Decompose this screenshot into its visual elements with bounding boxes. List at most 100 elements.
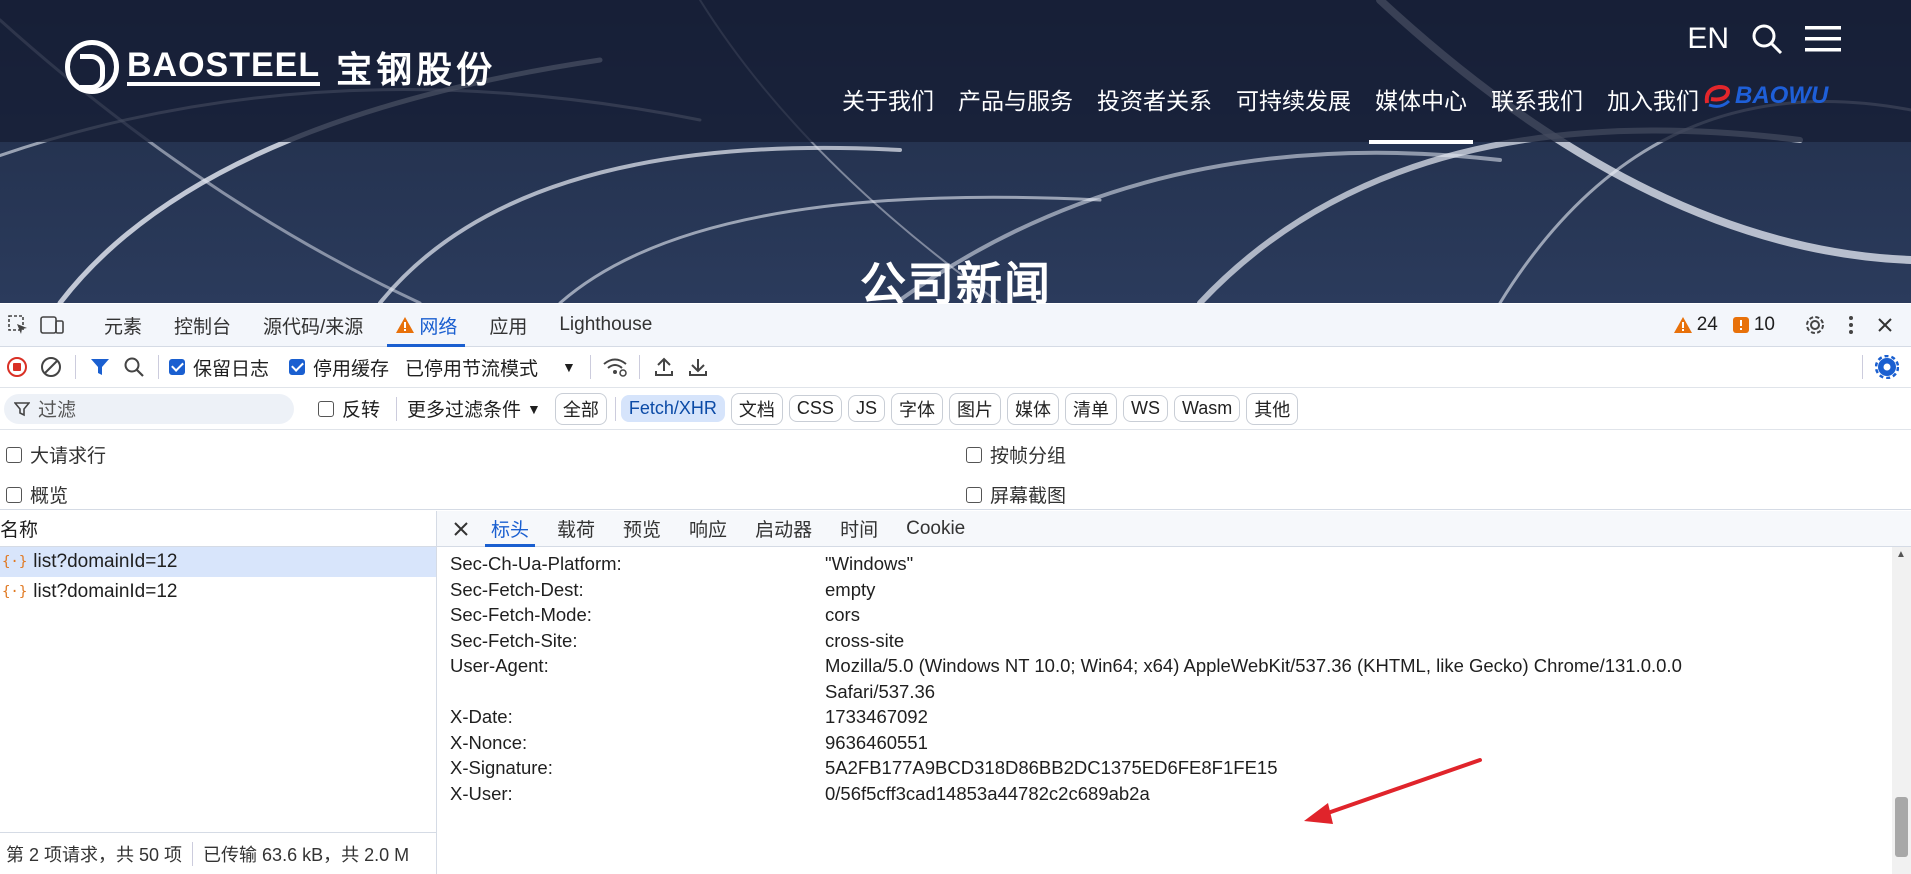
checkbox-icon — [6, 446, 22, 463]
device-toolbar-icon[interactable] — [38, 311, 66, 339]
tab-elements[interactable]: 元素 — [88, 304, 158, 347]
xhr-icon: {·} — [2, 554, 28, 570]
baosteel-logo[interactable]: BAOSTEEL 宝钢股份 — [65, 40, 496, 94]
inspect-element-icon[interactable] — [4, 311, 32, 339]
nav-media[interactable]: 媒体中心 — [1363, 82, 1479, 144]
settings-icon[interactable] — [1801, 311, 1829, 339]
header-value: 5A2FB177A9BCD318D86BB2DC1375ED6FE8F1FE15 — [825, 757, 1278, 778]
request-count: 第 2 项请求，共 50 项 — [6, 844, 183, 865]
site-utilities: EN — [1687, 22, 1841, 56]
nav-about[interactable]: 关于我们 — [830, 82, 946, 142]
filter-chip-font[interactable]: 字体 — [890, 392, 943, 425]
nav-sustainability[interactable]: 可持续发展 — [1224, 82, 1363, 142]
request-list-header[interactable]: 名称 — [0, 511, 437, 547]
scrollbar-thumb[interactable] — [1895, 797, 1908, 857]
tab-initiator[interactable]: 启动器 — [741, 511, 826, 547]
preserve-log-label: 保留日志 — [193, 358, 270, 380]
tab-timing[interactable]: 时间 — [826, 511, 892, 547]
request-detail-tabs: 标头 载荷 预览 响应 启动器 时间 Cookie — [437, 511, 1911, 547]
network-settings-icon[interactable] — [1873, 353, 1901, 381]
tab-network[interactable]: 网络 — [379, 304, 473, 347]
filter-chip-manifest[interactable]: 清单 — [1064, 392, 1117, 425]
tab-response[interactable]: 响应 — [675, 511, 741, 547]
search-icon[interactable] — [120, 353, 148, 381]
filter-input[interactable]: 过滤 — [4, 393, 294, 424]
nav-investors[interactable]: 投资者关系 — [1085, 82, 1224, 142]
header-row: X-User: 0/56f5cff3cad14853a44782c2c689ab2… — [437, 781, 1892, 807]
tab-sources[interactable]: 源代码/来源 — [247, 304, 379, 347]
disable-cache-checkbox[interactable]: 停用缓存 — [289, 354, 389, 381]
network-conditions-icon[interactable] — [601, 353, 629, 381]
header-key: X-User: — [450, 782, 513, 804]
baosteel-logo-icon — [65, 40, 119, 94]
preserve-log-checkbox[interactable]: 保留日志 — [169, 354, 269, 381]
tab-application[interactable]: 应用 — [473, 304, 543, 347]
filter-chip-all[interactable]: 全部 — [554, 392, 607, 425]
header-key: X-Signature: — [450, 757, 553, 778]
throttle-select[interactable]: 已停用节流模式 ▼ — [405, 354, 576, 381]
filter-chip-wasm[interactable]: Wasm — [1173, 395, 1241, 422]
filter-placeholder: 过滤 — [38, 400, 77, 421]
filter-chip-img[interactable]: 图片 — [948, 392, 1001, 425]
checkbox-icon — [966, 446, 982, 463]
baowu-logo-text: BAOWU — [1735, 82, 1829, 109]
filter-chip-css[interactable]: CSS — [788, 395, 842, 422]
clear-icon[interactable] — [37, 353, 65, 381]
filter-icon — [14, 401, 30, 416]
invert-checkbox[interactable]: 反转 — [318, 395, 380, 422]
upload-icon[interactable] — [650, 353, 678, 381]
big-rows-checkbox[interactable]: 大请求行 — [6, 441, 106, 468]
screenshots-checkbox[interactable]: 屏幕截图 — [966, 481, 1066, 508]
filter-chip-other[interactable]: 其他 — [1246, 392, 1299, 425]
filter-chip-doc[interactable]: 文档 — [730, 392, 783, 425]
menu-icon[interactable] — [1805, 24, 1841, 54]
network-toolbar: 保留日志 停用缓存 已停用节流模式 ▼ — [0, 347, 1911, 388]
more-options-icon[interactable] — [1837, 311, 1865, 339]
filter-chip-media[interactable]: 媒体 — [1006, 392, 1059, 425]
filter-icon[interactable] — [86, 353, 114, 381]
tab-lighthouse[interactable]: Lighthouse — [543, 304, 668, 347]
transfer-size: 已传输 63.6 kB，共 2.0 M — [203, 844, 410, 865]
errors-count: 10 — [1753, 314, 1775, 335]
baowu-logo[interactable]: BAOWU — [1703, 82, 1828, 110]
chevron-down-icon: ▼ — [562, 359, 576, 375]
more-filters-dropdown[interactable]: 更多过滤条件 ▼ — [407, 395, 541, 422]
filter-chip-fetch-xhr[interactable]: Fetch/XHR — [620, 395, 725, 422]
nav-contact[interactable]: 联系我们 — [1479, 82, 1595, 142]
download-icon[interactable] — [684, 353, 712, 381]
devtools-panel: 元素 控制台 源代码/来源 网络 应用 Lighthouse 24 10 保留日… — [0, 304, 1911, 874]
errors-counter[interactable]: 10 — [1732, 314, 1775, 336]
tab-payload[interactable]: 载荷 — [543, 511, 609, 547]
checkbox-icon — [6, 486, 22, 503]
nav-products[interactable]: 产品与服务 — [946, 82, 1085, 142]
tab-headers[interactable]: 标头 — [477, 511, 543, 547]
language-toggle[interactable]: EN — [1687, 22, 1729, 56]
request-row[interactable]: {·} list?domainId=12 — [0, 547, 436, 577]
group-by-frame-checkbox[interactable]: 按帧分组 — [966, 441, 1066, 468]
request-row[interactable]: {·} list?domainId=12 — [0, 577, 436, 607]
warning-icon — [1673, 317, 1692, 333]
close-icon[interactable] — [447, 515, 475, 543]
scroll-up-icon[interactable]: ▲ — [1896, 549, 1906, 560]
record-stop-icon[interactable] — [3, 353, 31, 381]
header-key: Sec-Fetch-Site: — [450, 629, 578, 651]
checkbox-icon — [966, 486, 982, 503]
header-key: Sec-Ch-Ua-Platform: — [450, 553, 622, 574]
filter-chip-js[interactable]: JS — [847, 395, 885, 422]
header-value: cors — [825, 604, 860, 625]
baowu-logo-icon — [1704, 84, 1731, 108]
filter-chip-ws[interactable]: WS — [1122, 395, 1168, 422]
big-rows-label: 大请求行 — [30, 446, 107, 467]
headers-scrollbar[interactable]: ▲ — [1892, 547, 1911, 874]
warnings-counter[interactable]: 24 — [1673, 314, 1718, 336]
logo-text-en: BAOSTEEL — [127, 46, 321, 86]
overview-checkbox[interactable]: 概览 — [6, 481, 68, 508]
tab-console[interactable]: 控制台 — [158, 304, 247, 347]
search-icon[interactable] — [1751, 23, 1783, 55]
nav-join[interactable]: 加入我们 — [1595, 82, 1711, 142]
close-icon[interactable] — [1871, 311, 1899, 339]
tab-preview[interactable]: 预览 — [609, 511, 675, 547]
tab-cookies[interactable]: Cookie — [892, 511, 979, 547]
chevron-down-icon: ▼ — [527, 400, 541, 417]
header-row: User-Agent: Mozilla/5.0 (Windows NT 10.0;… — [437, 653, 1892, 704]
